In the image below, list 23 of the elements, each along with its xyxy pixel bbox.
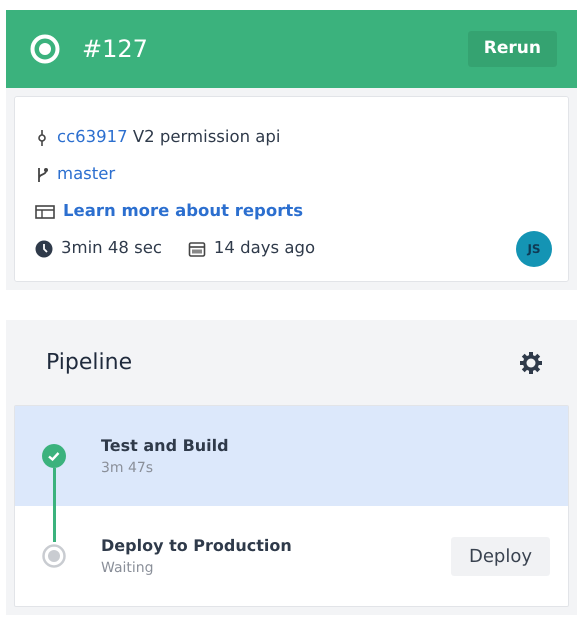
step-name: Deploy to Production bbox=[101, 534, 293, 556]
age-text: 14 days ago bbox=[214, 237, 316, 260]
commit-text: cc63917 V2 permission api bbox=[57, 126, 280, 148]
deploy-button[interactable]: Deploy bbox=[450, 536, 550, 576]
reports-link[interactable]: Learn more about reports bbox=[63, 199, 304, 224]
commit-link[interactable]: cc63917 bbox=[57, 127, 128, 146]
pipeline-step[interactable]: Deploy to Production Waiting Deploy bbox=[15, 506, 568, 606]
step-detail: 3m 47s bbox=[101, 458, 154, 478]
build-number: #127 bbox=[82, 34, 148, 65]
user-avatar: JS bbox=[516, 230, 552, 266]
pipeline-title: Pipeline bbox=[46, 349, 132, 377]
calendar-icon bbox=[188, 240, 206, 258]
duration-text: 3min 48 sec bbox=[61, 237, 162, 260]
step-detail: Waiting bbox=[101, 558, 155, 578]
branch-link[interactable]: master bbox=[57, 162, 116, 187]
status-ring-icon bbox=[30, 34, 60, 64]
settings-icon[interactable] bbox=[519, 350, 543, 374]
step-name: Test and Build bbox=[101, 434, 230, 456]
clock-icon bbox=[35, 240, 53, 258]
pipeline-step[interactable]: Test and Build 3m 47s bbox=[15, 406, 568, 506]
report-icon bbox=[35, 204, 55, 220]
branch-icon bbox=[35, 166, 49, 184]
rerun-button[interactable]: Rerun bbox=[468, 31, 557, 67]
